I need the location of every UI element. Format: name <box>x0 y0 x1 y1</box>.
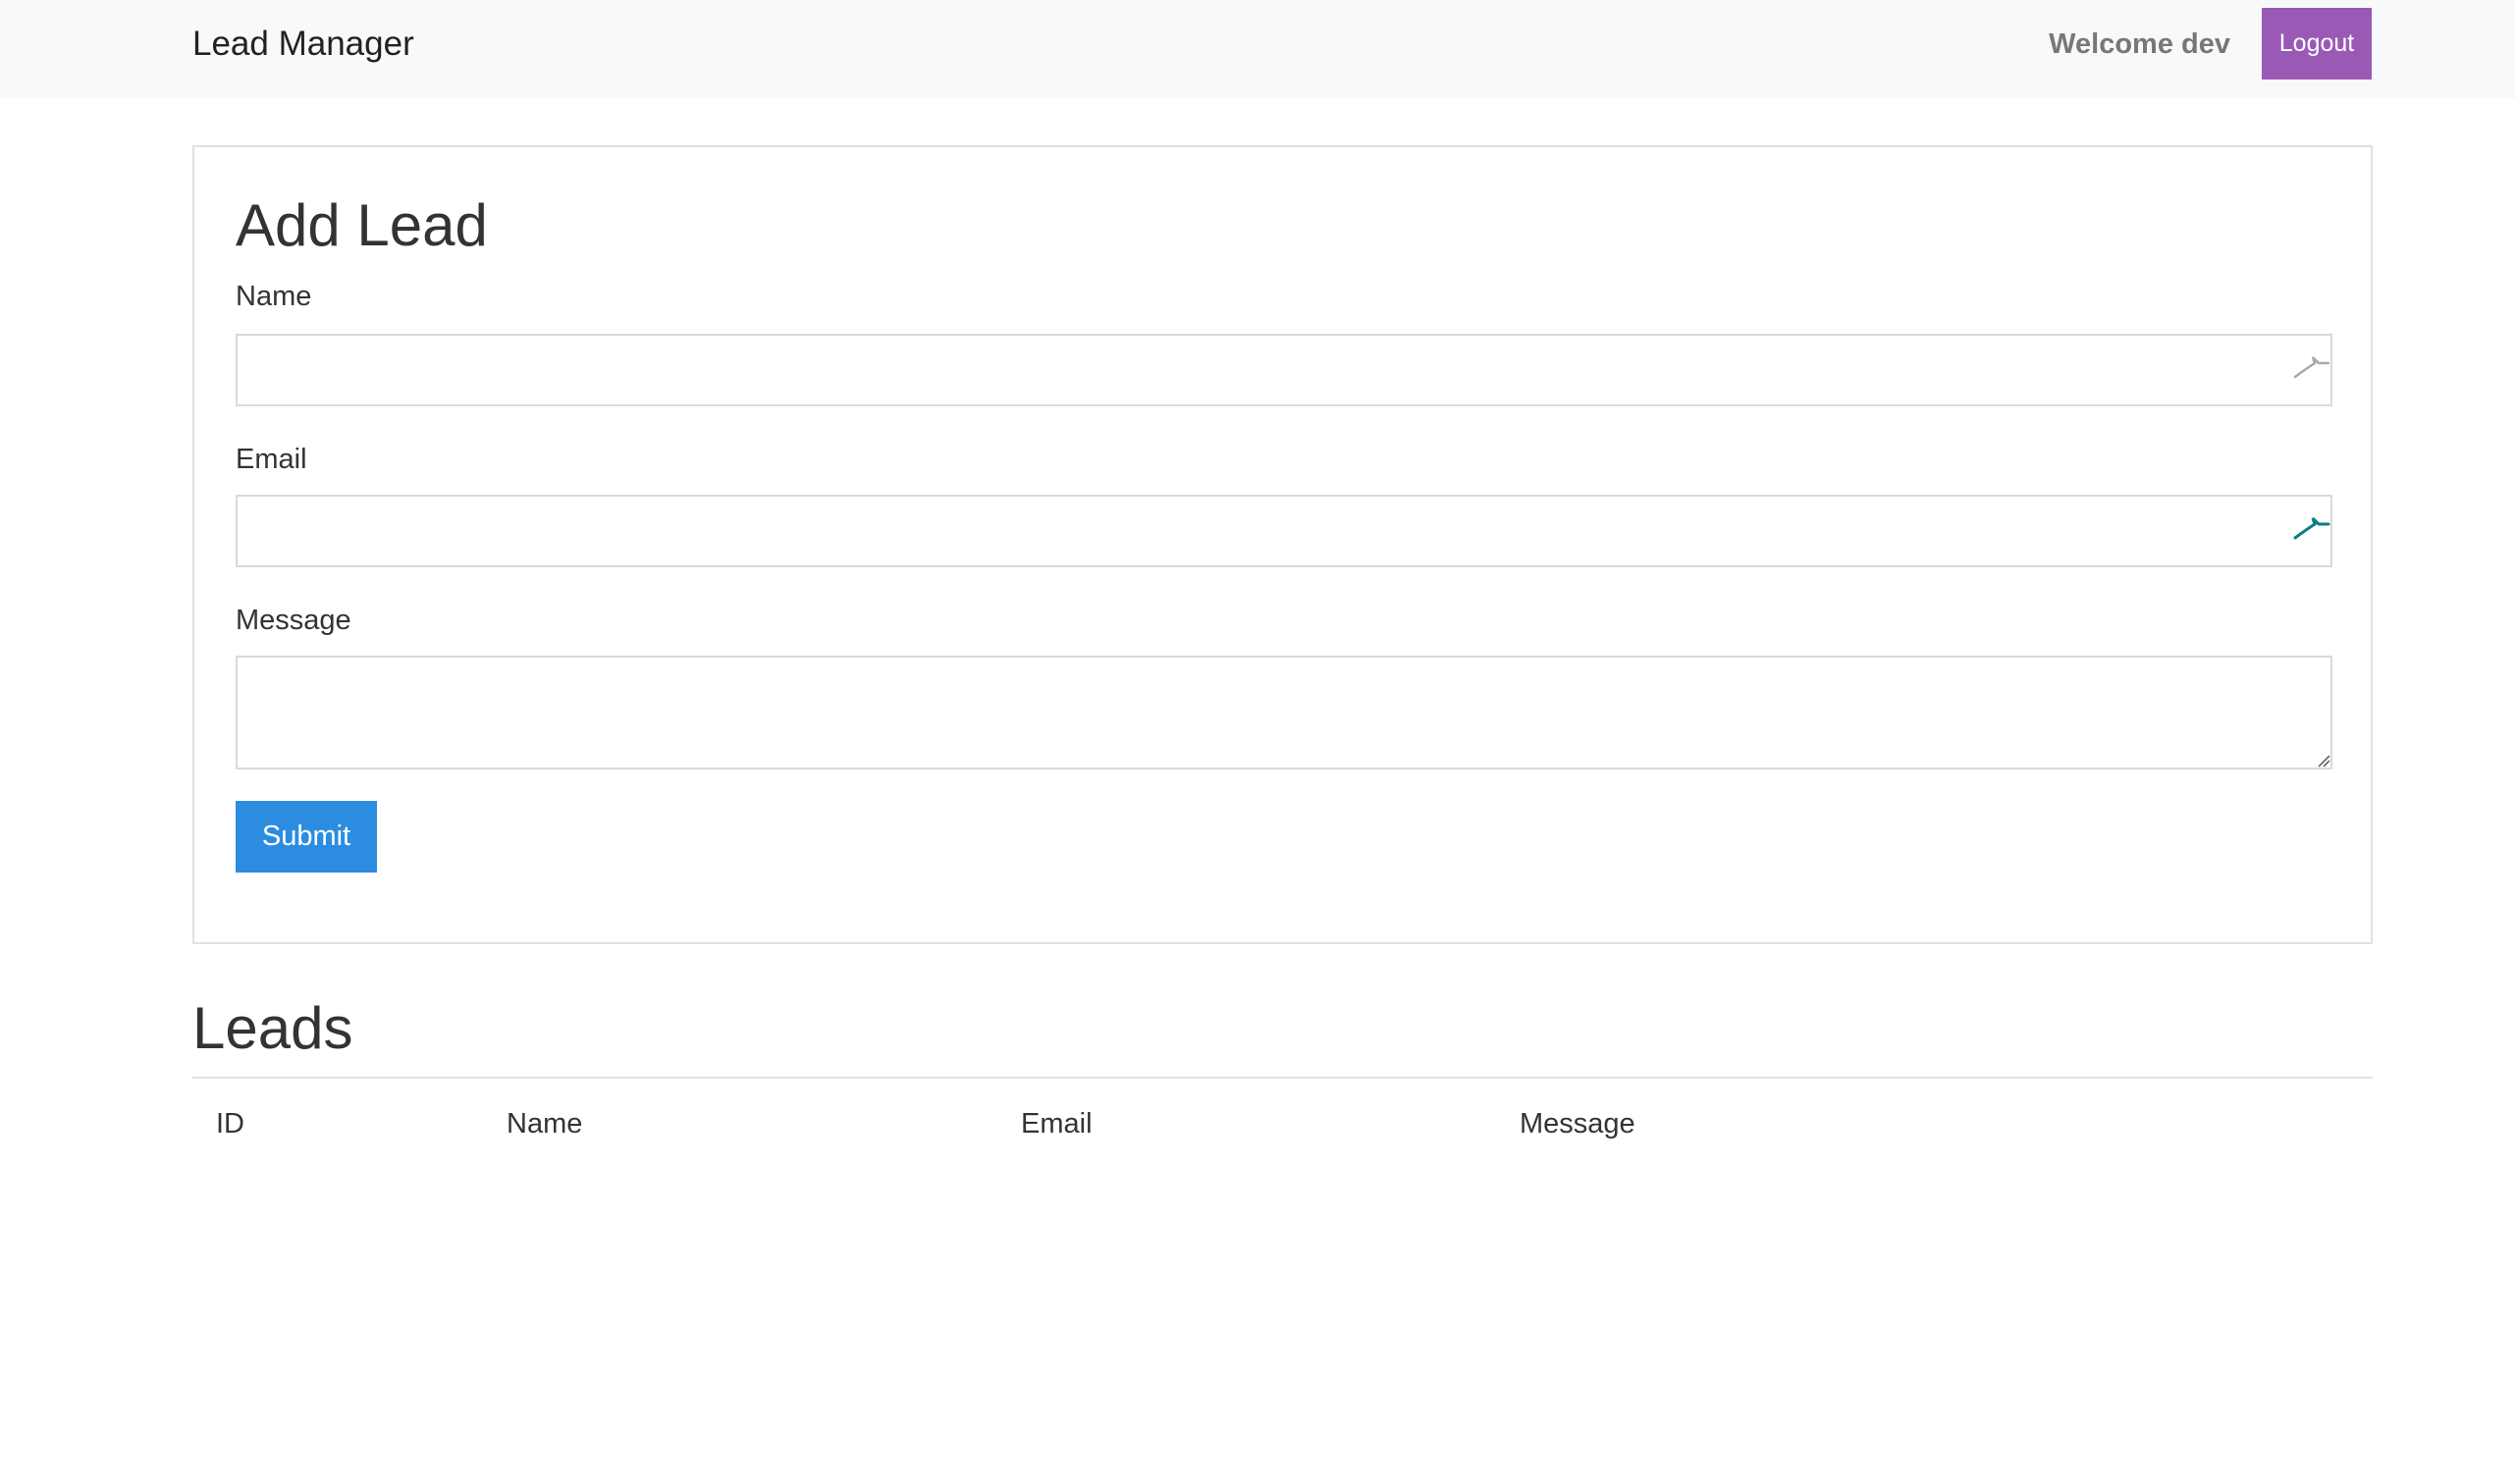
column-header-message: Message <box>1520 1107 1635 1140</box>
message-textarea[interactable] <box>236 656 2332 769</box>
logout-button[interactable]: Logout <box>2262 8 2372 80</box>
welcome-text: Welcome dev <box>2049 28 2230 60</box>
submit-button[interactable]: Submit <box>236 801 377 873</box>
table-header-row: ID Name Email Message <box>192 1079 2373 1169</box>
name-input[interactable] <box>236 334 2332 406</box>
column-header-name: Name <box>507 1107 583 1140</box>
resize-grip-icon[interactable] <box>2315 752 2330 768</box>
add-lead-title: Add Lead <box>236 192 488 258</box>
column-header-id: ID <box>216 1107 244 1140</box>
leads-table: ID Name Email Message <box>192 1079 2373 1169</box>
email-input[interactable] <box>236 495 2332 567</box>
brand-title[interactable]: Lead Manager <box>192 22 414 67</box>
navbar: Lead Manager Welcome dev Logout <box>0 0 2515 98</box>
email-label: Email <box>236 444 307 475</box>
leads-title: Leads <box>192 995 353 1061</box>
name-label: Name <box>236 281 312 312</box>
password-manager-icon[interactable] <box>2293 353 2330 383</box>
column-header-email: Email <box>1021 1107 1093 1140</box>
message-label: Message <box>236 605 351 636</box>
add-lead-card: Add Lead Name Email Message Submit <box>192 145 2373 944</box>
password-manager-icon[interactable] <box>2293 514 2330 544</box>
